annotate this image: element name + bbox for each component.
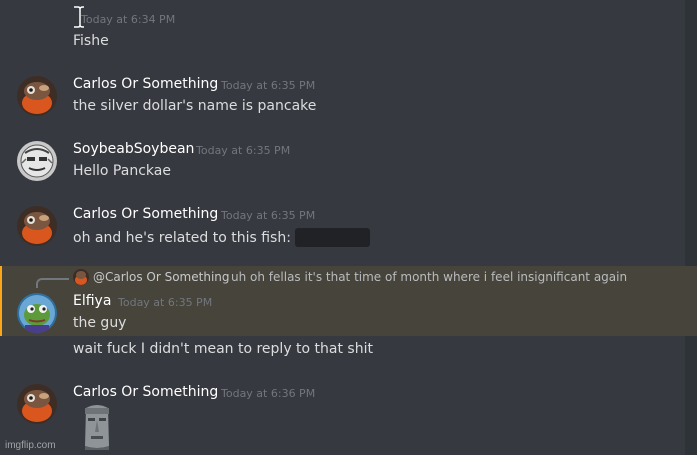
- message-author[interactable]: SoybeabSoybean: [73, 141, 194, 157]
- message-timestamp: Today at 6:35 PM: [221, 79, 316, 92]
- message-timestamp: Today at 6:35 PM: [118, 296, 213, 309]
- message-text: Hello Panckae: [73, 163, 171, 179]
- avatar-carlos[interactable]: [17, 206, 57, 246]
- message-text: wait fuck I didn't mean to reply to that…: [73, 341, 373, 357]
- message-timestamp: Today at 6:35 PM: [196, 144, 291, 157]
- message-author[interactable]: Carlos Or Something: [73, 76, 218, 92]
- scrollbar-track[interactable]: [685, 0, 697, 455]
- message-author[interactable]: Carlos Or Something: [73, 206, 218, 222]
- message-author[interactable]: Elfiya: [73, 293, 111, 309]
- message-timestamp: Today at 6:36 PM: [221, 387, 316, 400]
- message-text-row: oh and he's related to this fish:: [73, 228, 370, 247]
- message-text: Fishe: [73, 33, 109, 49]
- spoiler-block[interactable]: [294, 228, 370, 247]
- message-author[interactable]: Carlos Or Something: [73, 384, 218, 400]
- watermark: imgflip.com: [5, 440, 56, 451]
- reply-author[interactable]: @Carlos Or Something: [93, 270, 230, 284]
- reply-connector: [36, 278, 69, 288]
- moai-emoji-icon[interactable]: [78, 402, 116, 452]
- message-timestamp: Today at 6:35 PM: [221, 209, 316, 222]
- message-text: oh and he's related to this fish:: [73, 230, 291, 246]
- avatar-soybeab[interactable]: [17, 141, 57, 181]
- avatar-carlos[interactable]: [17, 384, 57, 424]
- avatar-elfiya[interactable]: [17, 293, 57, 333]
- avatar-carlos[interactable]: [17, 76, 57, 116]
- message-text: the silver dollar's name is pancake: [73, 98, 317, 114]
- reply-preview[interactable]: uh oh fellas it's that time of month whe…: [231, 270, 627, 284]
- message-text: the guy: [73, 315, 127, 331]
- reply-avatar-carlos[interactable]: [73, 269, 89, 285]
- message-timestamp: Today at 6:34 PM: [81, 13, 176, 26]
